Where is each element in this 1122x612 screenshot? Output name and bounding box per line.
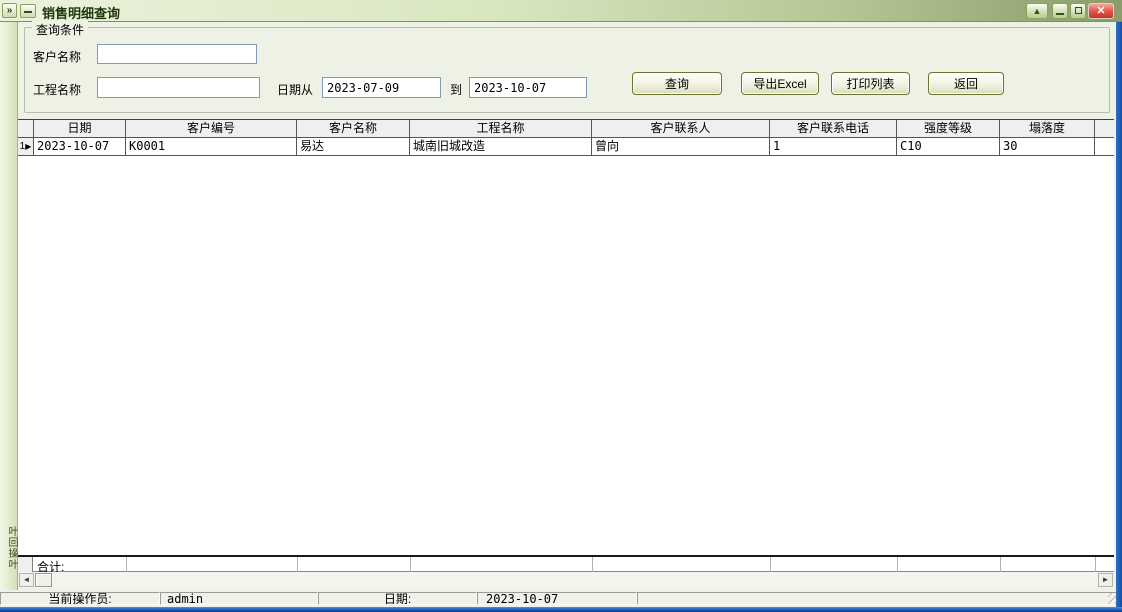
totals-separator [770,557,771,572]
close-icon: ✕ [1096,5,1105,17]
cell-contact[interactable]: 曾向 [592,138,770,156]
minimize-bar-icon [24,11,32,13]
scroll-right-button[interactable]: ► [1098,573,1113,587]
grid-header-row: 日期 客户编号 客户名称 工程名称 客户联系人 客户联系电话 强度等级 塌落度 [18,120,1114,138]
arrow-left-icon: ◄ [23,575,31,584]
totals-separator [592,557,593,572]
cell-contact-phone[interactable]: 1 [770,138,897,156]
cell-strength-grade[interactable]: C10 [897,138,1000,156]
row-marker-icon: ▶ [25,142,31,151]
status-empty-panel [637,592,1122,605]
status-date-label: 日期: [318,592,477,605]
cell-customer-name[interactable]: 易达 [297,138,410,156]
column-header-customer-name[interactable]: 客户名称 [297,120,410,138]
export-excel-button[interactable]: 导出Excel [741,72,819,95]
triangle-up-icon: ▲ [1033,6,1042,16]
window-title: 销售明细查询 [42,3,120,22]
date-from-input[interactable] [322,77,441,98]
column-header-slump[interactable]: 塌落度 [1000,120,1095,138]
print-list-button[interactable]: 打印列表 [831,72,910,95]
back-button[interactable]: 返回 [928,72,1004,95]
scrollbar-thumb[interactable] [35,573,52,587]
date-to-input[interactable] [469,77,587,98]
column-header-blank [1095,120,1114,138]
close-button[interactable]: ✕ [1088,3,1114,19]
column-header-contact-phone[interactable]: 客户联系电话 [770,120,897,138]
chevron-right-icon: » [7,5,13,16]
grid-corner-cell [18,120,34,138]
scroll-left-button[interactable]: ◄ [19,573,34,587]
column-header-strength-grade[interactable]: 强度等级 [897,120,1000,138]
maximize-icon [1075,7,1082,14]
totals-row: 合计: [18,555,1114,572]
cell-date[interactable]: 2023-10-07 [34,138,126,156]
maximize-button[interactable] [1070,3,1086,19]
title-bar [0,0,1122,22]
status-bar: 当前操作员: admin 日期: 2023-10-07 [0,590,1122,607]
date-from-label: 日期从 [277,81,313,98]
customer-name-label: 客户名称 [33,48,81,65]
column-header-project-name[interactable]: 工程名称 [410,120,592,138]
status-date-value: 2023-10-07 [477,592,637,605]
sales-detail-query-window: 销售明细查询 ▲ ✕ » 叶回操叶 查询条件 客户名称 工程名称 日期从 到 查… [0,0,1122,612]
query-conditions-groupbox [24,27,1110,113]
project-name-input[interactable] [97,77,260,98]
cell-customer-id[interactable]: K0001 [126,138,297,156]
totals-separator [1000,557,1001,572]
window-right-border [1116,22,1122,607]
customer-name-input[interactable] [97,44,257,64]
totals-separator [297,557,298,572]
expand-panel-button[interactable]: » [2,3,17,18]
column-header-customer-id[interactable]: 客户编号 [126,120,297,138]
collapse-button[interactable]: ▲ [1026,3,1048,19]
status-operator-value: admin [160,592,318,605]
date-to-label: 到 [450,81,462,98]
form-menu-button[interactable] [20,4,36,18]
totals-corner-cell [18,557,33,572]
status-operator-label: 当前操作员: [0,592,160,605]
totals-separator [897,557,898,572]
window-bottom-border [0,607,1122,612]
side-panel-vertical-caption: 叶回操叶 [2,526,17,570]
cell-blank [1095,138,1114,156]
minimize-icon [1056,13,1064,15]
totals-separator [410,557,411,572]
project-name-label: 工程名称 [33,81,81,98]
horizontal-scrollbar[interactable]: ◄ ► [18,572,1114,588]
query-button[interactable]: 查询 [632,72,722,95]
results-grid: 日期 客户编号 客户名称 工程名称 客户联系人 客户联系电话 强度等级 塌落度 … [18,119,1114,555]
column-header-date[interactable]: 日期 [34,120,126,138]
cell-project-name[interactable]: 城南旧城改造 [410,138,592,156]
totals-separator [1095,557,1096,572]
collapsed-side-panel [0,22,18,590]
query-conditions-title: 查询条件 [32,21,88,38]
arrow-right-icon: ► [1102,575,1110,584]
row-selector[interactable]: 1▶ [18,138,34,156]
totals-separator [126,557,127,572]
table-row[interactable]: 1▶ 2023-10-07 K0001 易达 城南旧城改造 曾向 1 C10 3… [18,138,1114,156]
column-header-contact[interactable]: 客户联系人 [592,120,770,138]
cell-slump[interactable]: 30 [1000,138,1095,156]
minimize-button[interactable] [1052,3,1068,19]
